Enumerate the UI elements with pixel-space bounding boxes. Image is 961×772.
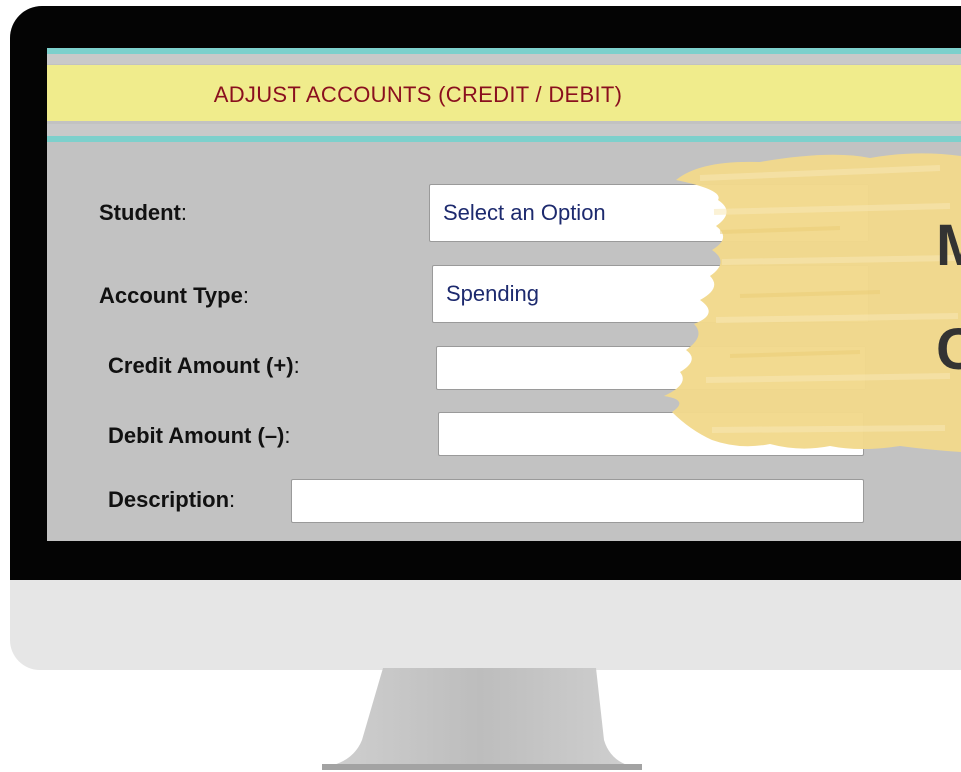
page: ADJUST ACCOUNTS (CREDIT / DEBIT) Student… <box>0 0 961 772</box>
brush-stroke-overlay <box>664 153 961 452</box>
overlay-text-line2: C <box>936 317 961 382</box>
overlay-text-line1: M <box>936 213 961 278</box>
